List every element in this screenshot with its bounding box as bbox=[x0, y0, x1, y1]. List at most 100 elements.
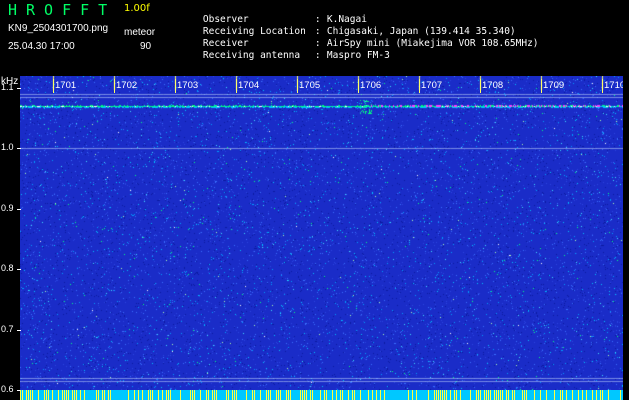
activity-bar bbox=[524, 390, 525, 400]
activity-bar bbox=[582, 390, 583, 400]
x-tick-mark bbox=[297, 79, 298, 93]
activity-bar bbox=[72, 390, 73, 400]
x-tick-label: 1705 bbox=[299, 80, 321, 91]
y-tick-mark bbox=[17, 269, 21, 271]
activity-bar bbox=[490, 390, 491, 400]
x-tick-label: 1706 bbox=[360, 80, 382, 91]
meteor-count: 90 bbox=[140, 41, 152, 52]
activity-bar bbox=[64, 390, 65, 400]
app-version: 1.00f bbox=[124, 3, 150, 14]
activity-bar bbox=[302, 390, 303, 400]
activity-bar bbox=[560, 390, 561, 400]
activity-bar bbox=[134, 390, 135, 400]
activity-bar bbox=[332, 390, 333, 400]
activity-bar bbox=[376, 390, 377, 400]
x-tick-label: 1702 bbox=[116, 80, 138, 91]
activity-bar bbox=[110, 390, 111, 400]
activity-bar bbox=[554, 390, 555, 400]
bottom-strip bbox=[20, 390, 623, 400]
activity-bar bbox=[324, 390, 325, 400]
activity-bar bbox=[286, 390, 287, 400]
activity-bar bbox=[226, 390, 227, 400]
y-tick-mark bbox=[17, 329, 21, 331]
y-tick-mark bbox=[17, 208, 21, 210]
activity-bar bbox=[254, 390, 255, 400]
activity-bar bbox=[162, 390, 163, 400]
activity-bar bbox=[534, 390, 535, 400]
x-tick-mark bbox=[236, 79, 237, 93]
activity-bar bbox=[68, 390, 69, 400]
activity-bar bbox=[486, 390, 487, 400]
activity-bar bbox=[234, 390, 235, 400]
activity-bar bbox=[494, 390, 495, 400]
activity-bar bbox=[20, 390, 21, 400]
activity-bar bbox=[456, 390, 457, 400]
y-tick-label: 0.8 bbox=[1, 263, 14, 274]
activity-bar bbox=[22, 390, 23, 400]
activity-bar bbox=[498, 390, 499, 400]
activity-bar bbox=[352, 390, 353, 400]
activity-bar bbox=[562, 390, 563, 400]
activity-bar bbox=[288, 390, 289, 400]
activity-bar bbox=[80, 390, 81, 400]
activity-bar bbox=[76, 390, 77, 400]
activity-bar bbox=[484, 390, 485, 400]
activity-bar bbox=[440, 390, 441, 400]
activity-bar bbox=[446, 390, 447, 400]
activity-bar bbox=[372, 390, 373, 400]
activity-bar bbox=[66, 390, 67, 400]
activity-bar bbox=[522, 390, 523, 400]
spectrogram-canvas bbox=[20, 76, 623, 390]
activity-bar bbox=[62, 390, 63, 400]
activity-bar bbox=[608, 390, 609, 400]
activity-bar bbox=[312, 390, 313, 400]
activity-bar bbox=[46, 390, 47, 400]
activity-bar bbox=[280, 390, 281, 400]
x-tick-mark bbox=[419, 79, 420, 93]
activity-bar bbox=[602, 390, 603, 400]
activity-bar bbox=[236, 390, 237, 400]
activity-bar bbox=[600, 390, 601, 400]
activity-bar bbox=[260, 390, 261, 400]
activity-bar bbox=[306, 390, 307, 400]
activity-bar bbox=[586, 390, 587, 400]
activity-bar bbox=[138, 390, 139, 400]
info-value: Maspro FM-3 bbox=[326, 50, 390, 61]
activity-bar bbox=[526, 390, 527, 400]
activity-bar bbox=[74, 390, 75, 400]
activity-bar bbox=[270, 390, 271, 400]
activity-bar bbox=[434, 390, 435, 400]
activity-bar bbox=[476, 390, 477, 400]
activity-bar bbox=[30, 390, 31, 400]
activity-bar bbox=[540, 390, 541, 400]
x-tick-mark bbox=[358, 79, 359, 93]
activity-bar bbox=[340, 390, 341, 400]
activity-bar bbox=[158, 390, 159, 400]
activity-bar bbox=[408, 390, 409, 400]
x-tick-mark bbox=[602, 79, 603, 93]
activity-bar bbox=[506, 390, 507, 400]
activity-bar bbox=[572, 390, 573, 400]
activity-bar bbox=[500, 390, 501, 400]
activity-bar bbox=[480, 390, 481, 400]
info-separator: : bbox=[314, 50, 321, 61]
activity-bar bbox=[326, 390, 327, 400]
activity-bar bbox=[442, 390, 443, 400]
activity-bar bbox=[128, 390, 129, 400]
activity-bar bbox=[478, 390, 479, 400]
activity-bar bbox=[354, 390, 355, 400]
activity-bar bbox=[304, 390, 305, 400]
activity-bar bbox=[278, 390, 279, 400]
y-tick-label: 1.1 bbox=[1, 82, 14, 93]
x-tick-label: 1707 bbox=[421, 80, 443, 91]
activity-bar bbox=[310, 390, 311, 400]
y-tick-label: 0.6 bbox=[1, 384, 14, 394]
activity-bar bbox=[336, 390, 337, 400]
x-tick-label: 1709 bbox=[543, 80, 565, 91]
activity-bar bbox=[96, 390, 97, 400]
activity-bar bbox=[206, 390, 207, 400]
y-tick-label: 0.7 bbox=[1, 323, 14, 334]
activity-bar bbox=[44, 390, 45, 400]
activity-bar bbox=[412, 390, 413, 400]
activity-bar bbox=[276, 390, 277, 400]
